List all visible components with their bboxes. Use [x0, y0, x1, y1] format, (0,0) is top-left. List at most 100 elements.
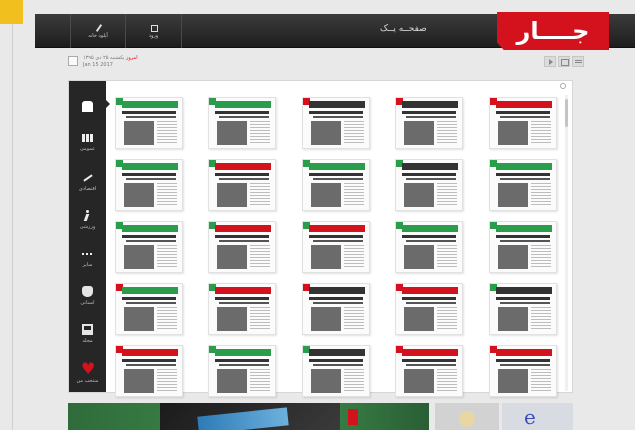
newspaper-thumbnail[interactable] — [208, 345, 276, 397]
newspaper-thumbnail[interactable] — [302, 345, 370, 397]
slideshow-button[interactable] — [544, 56, 556, 67]
paper-columns — [157, 245, 177, 269]
upload-button[interactable]: آپلود خانه — [70, 14, 126, 48]
calendar-icon[interactable] — [68, 56, 78, 66]
site-logo[interactable]: جــــار — [497, 12, 609, 50]
login-button[interactable]: ورود — [126, 14, 182, 48]
paper-photo — [217, 121, 247, 145]
paper-subheadline — [219, 240, 269, 242]
newspaper-thumbnail[interactable] — [395, 221, 463, 273]
paper-columns — [531, 183, 551, 207]
paper-headline — [402, 173, 456, 176]
paper-photo — [404, 121, 434, 145]
newspaper-thumbnail[interactable] — [302, 159, 370, 211]
paper-photo — [124, 183, 154, 207]
grid-view-button[interactable] — [558, 56, 570, 67]
paper-masthead — [215, 225, 271, 232]
paper-masthead — [402, 101, 458, 108]
newspaper-thumbnail[interactable] — [115, 283, 183, 335]
sidebar-item-magazine[interactable]: مجله — [69, 313, 106, 355]
sidebar-item-label: اقتصادی — [78, 186, 97, 192]
paper-masthead — [496, 163, 552, 170]
paper-headline — [402, 235, 456, 238]
paper-headline — [309, 173, 363, 176]
scrollbar-track[interactable] — [565, 95, 568, 391]
newspaper-thumbnail[interactable] — [208, 159, 276, 211]
ad-banner-small-2[interactable] — [502, 403, 573, 430]
newspaper-thumbnail[interactable] — [489, 283, 557, 335]
sidebar-item-sports[interactable]: ورزشی — [69, 199, 106, 241]
newspaper-thumbnail[interactable] — [115, 159, 183, 211]
sidebar-item-favorites[interactable]: منتخب من — [69, 353, 106, 395]
newspaper-thumbnail[interactable] — [302, 221, 370, 273]
login-button-label: ورود — [148, 32, 159, 39]
paper-headline — [496, 111, 550, 114]
paper-masthead — [496, 101, 552, 108]
paper-photo — [217, 245, 247, 269]
newspaper-grid — [115, 97, 565, 397]
paper-photo — [217, 369, 247, 393]
paper-subheadline — [219, 364, 269, 366]
paper-masthead — [122, 225, 178, 232]
scrollbar-thumb[interactable] — [565, 99, 568, 127]
newspaper-thumbnail[interactable] — [395, 345, 463, 397]
paper-photo — [311, 369, 341, 393]
paper-subheadline — [126, 116, 176, 118]
paper-subheadline — [219, 302, 269, 304]
ad-banner-magazines[interactable] — [68, 403, 429, 430]
ad-banner-small-1[interactable] — [435, 403, 499, 430]
paper-masthead — [309, 349, 365, 356]
newspaper-thumbnail[interactable] — [302, 283, 370, 335]
newspaper-thumbnail[interactable] — [489, 221, 557, 273]
paper-subheadline — [126, 364, 176, 366]
newspaper-thumbnail[interactable] — [115, 97, 183, 149]
paper-subheadline — [126, 178, 176, 180]
paper-photo — [311, 183, 341, 207]
paper-masthead — [496, 349, 552, 356]
date-line-fa: یکشنبه ۲۵ دی ۱۳۹۵ — [83, 55, 125, 61]
newspaper-thumbnail[interactable] — [115, 221, 183, 273]
paper-masthead — [496, 225, 552, 232]
newspaper-thumbnail[interactable] — [489, 159, 557, 211]
paper-columns — [344, 369, 364, 393]
newspaper-thumbnail[interactable] — [208, 221, 276, 273]
paper-photo — [217, 183, 247, 207]
paper-masthead — [309, 101, 365, 108]
paper-columns — [437, 121, 457, 145]
paper-photo — [311, 245, 341, 269]
newspaper-thumbnail[interactable] — [115, 345, 183, 397]
date-text: امروز یکشنبه ۲۵ دی ۱۳۹۵ Jan 15 2017 — [83, 55, 138, 69]
pencil-icon — [95, 24, 102, 31]
sidebar-item-other[interactable]: سایر — [69, 237, 106, 279]
paper-subheadline — [313, 302, 363, 304]
newspaper-thumbnail[interactable] — [489, 97, 557, 149]
sidebar-item-label: سایر — [82, 262, 93, 268]
paper-columns — [250, 245, 270, 269]
newspaper-thumbnail[interactable] — [489, 345, 557, 397]
paper-subheadline — [406, 364, 456, 366]
paper-photo — [498, 245, 528, 269]
paper-subheadline — [406, 302, 456, 304]
list-view-button[interactable] — [572, 56, 584, 67]
newspaper-thumbnail[interactable] — [395, 283, 463, 335]
paper-masthead — [122, 287, 178, 294]
paper-masthead — [402, 163, 458, 170]
sidebar-item-label: استانی — [80, 300, 95, 306]
sidebar-item-provincial[interactable]: استانی — [69, 275, 106, 317]
newspaper-thumbnail[interactable] — [208, 283, 276, 335]
paper-subheadline — [406, 116, 456, 118]
newspaper-thumbnail[interactable] — [395, 97, 463, 149]
newspaper-thumbnail[interactable] — [395, 159, 463, 211]
search-icon[interactable] — [560, 83, 566, 89]
sidebar-item-general[interactable]: عمومی — [69, 121, 106, 163]
newspaper-thumbnail[interactable] — [208, 97, 276, 149]
paper-masthead — [215, 163, 271, 170]
paper-photo — [124, 307, 154, 331]
search-input[interactable] — [111, 82, 567, 92]
paper-headline — [215, 235, 269, 238]
paper-subheadline — [126, 240, 176, 242]
paper-photo — [498, 307, 528, 331]
newspaper-thumbnail[interactable] — [302, 97, 370, 149]
sidebar-item-economy[interactable]: اقتصادی — [69, 161, 106, 203]
sidebar-item-label: ورزشی — [79, 224, 96, 230]
